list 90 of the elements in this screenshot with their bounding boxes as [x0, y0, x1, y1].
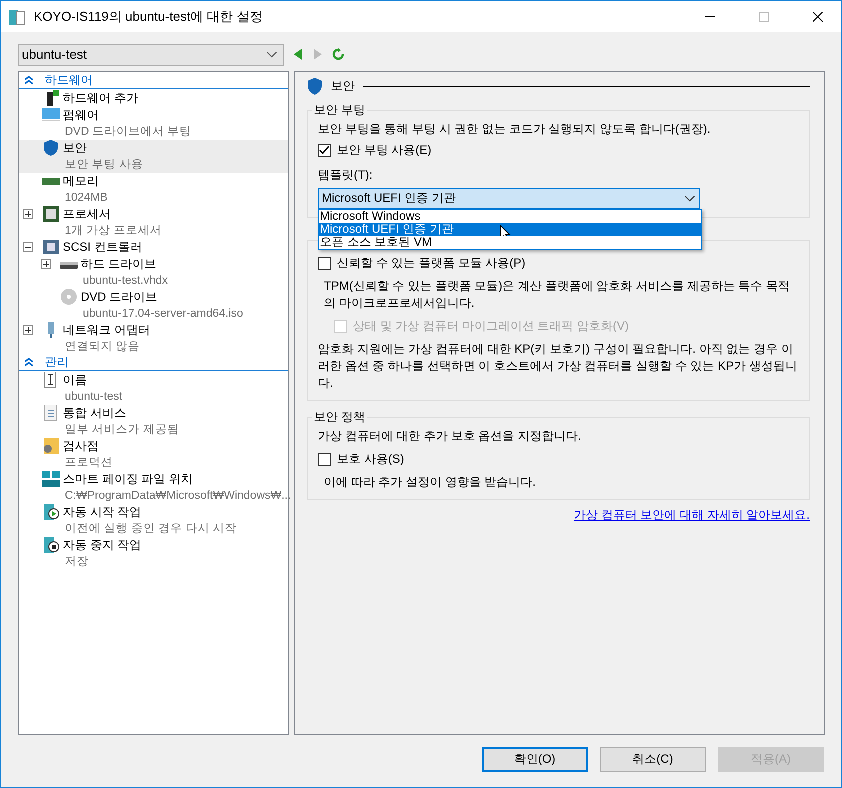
item-label: 하드 드라이브: [81, 256, 158, 273]
section-header[interactable]: 관리: [19, 355, 288, 371]
section-header[interactable]: 하드웨어: [19, 73, 288, 89]
tree-item[interactable]: 검사점 프로덕션: [19, 438, 288, 471]
tree-item[interactable]: 이름 ubuntu-test: [19, 372, 288, 405]
item-label: 프로세서: [63, 206, 112, 223]
item-detail: ubuntu-test: [64, 390, 123, 405]
vm-dropdown[interactable]: ubuntu-test: [18, 44, 284, 66]
tree-item[interactable]: 보안 보안 부팅 사용: [19, 140, 288, 173]
checkbox-label: 보안 부팅 사용(E): [337, 142, 432, 159]
item-label: 보안: [63, 140, 88, 157]
checkbox-label: 상태 및 가상 컴퓨터 마이그레이션 트래픽 암호화(V): [353, 318, 629, 335]
dropdown-option[interactable]: Microsoft UEFI 인증 기관: [319, 223, 701, 236]
tree-item[interactable]: 하드 드라이브 ubuntu-test.vhdx: [19, 256, 288, 289]
tree-item[interactable]: 자동 시작 작업 이전에 실행 중인 경우 다시 시작: [19, 504, 288, 537]
description-text: TPM(신뢰할 수 있는 플랫폼 모듈)은 계산 플랫폼에 암호화 서비스를 제공하는 특수 목적의 마이크로프로세서입니다.: [323, 278, 791, 312]
description-text: 이에 따라 추가 설정이 영향을 받습니다.: [323, 474, 538, 491]
group-title: 보안 정책: [312, 409, 368, 426]
dropdown-option[interactable]: Microsoft Windows: [319, 210, 701, 223]
server-play-icon: [42, 504, 60, 520]
item-label: 통합 서비스: [63, 405, 128, 422]
dialog-button[interactable]: 취소(C): [600, 747, 706, 772]
item-label: 검사점: [63, 438, 100, 455]
expand-icon[interactable]: [23, 325, 33, 335]
back-icon[interactable]: [294, 49, 303, 60]
item-detail: ubuntu-17.04-server-amd64.iso: [82, 307, 244, 322]
help-link[interactable]: 가상 컴퓨터 보안에 대해 자세히 알아보세요.: [574, 507, 810, 524]
window-title: KOYO-IS119의 ubuntu-test에 대한 설정: [34, 8, 264, 26]
item-label: 이름: [63, 372, 88, 389]
panel-title: 보안: [331, 78, 355, 94]
dialog-button[interactable]: 확인(O): [482, 747, 588, 772]
field-label: 템플릿(T):: [318, 167, 374, 184]
item-label: 자동 중지 작업: [63, 537, 142, 554]
processor-icon: [42, 206, 60, 222]
tree-item[interactable]: 메모리 1024MB: [19, 173, 288, 206]
item-detail: 연결되지 않음: [64, 340, 142, 355]
document-icon: [42, 405, 60, 421]
group-title: 보안 부팅: [312, 102, 368, 119]
description-text: 암호화 지원에는 가상 컴퓨터에 대한 KP(키 보호기) 구성이 필요합니다. 아직 없는 경우 이러한 옵션 중 하나를 선택하면 이 호스트에서 가상 컴퓨터를 실행할 수 있는 KP가 생성됩니다.: [318, 341, 798, 392]
item-detail: DVD 드라이브에서 부팅: [64, 125, 192, 140]
caret-icon: [267, 52, 277, 58]
shield-icon: [42, 140, 60, 156]
template-dropdown[interactable]: Microsoft UEFI 인증 기관: [318, 188, 700, 209]
item-label: 자동 시작 작업: [63, 504, 143, 521]
item-label: SCSI 컨트롤러: [63, 239, 142, 256]
item-detail: 보안 부팅 사용: [64, 158, 144, 173]
tree-item[interactable]: 펌웨어 DVD 드라이브에서 부팅: [19, 107, 288, 140]
item-detail: 일부 서비스가 제공됨: [64, 423, 180, 438]
dropdown-option[interactable]: 오픈 소스 보호된 VM: [319, 236, 701, 249]
app-icon: [9, 8, 26, 26]
collapse-icon: [25, 76, 33, 85]
monitor-icon: [42, 107, 60, 123]
expand-icon[interactable]: [41, 259, 51, 269]
caret-icon: [685, 196, 695, 202]
item-detail: 이전에 실행 중인 경우 다시 시작: [64, 522, 237, 537]
expand-icon[interactable]: [23, 209, 33, 219]
checkbox[interactable]: [318, 257, 331, 270]
item-label: 펌웨어: [63, 107, 100, 124]
item-label: DVD 드라이브: [81, 289, 159, 306]
tree-item[interactable]: 하드웨어 추가: [19, 90, 288, 107]
item-label: 메모리: [63, 173, 100, 190]
tree-item[interactable]: 네트워크 어댑터 연결되지 않음: [19, 322, 288, 355]
shield-icon: [307, 78, 323, 94]
item-detail: 프로덕션: [64, 456, 113, 471]
server-stop-icon: [42, 537, 60, 553]
collapse-icon[interactable]: [23, 242, 33, 252]
disc-icon: [60, 289, 78, 305]
maximize-icon: [759, 12, 769, 22]
item-label: 네트워크 어댑터: [63, 322, 150, 339]
close-icon: [813, 12, 823, 22]
checkbox[interactable]: [318, 144, 331, 157]
item-detail: ubuntu-test.vhdx: [82, 274, 168, 289]
checkbox-label: 신뢰할 수 있는 플랫폼 모듈 사용(P): [337, 255, 526, 272]
controller-icon: [42, 239, 60, 255]
tree-item[interactable]: 프로세서 1개 가상 프로세서: [19, 206, 288, 239]
item-detail: 1024MB: [64, 191, 108, 206]
item-detail: 저장: [64, 555, 90, 570]
checkbox[interactable]: [318, 453, 331, 466]
item-detail: 1개 가상 프로세서: [64, 224, 162, 239]
description-text: 보안 부팅을 통해 부팅 시 권한 없는 코드가 실행되지 않도록 합니다(권장).: [318, 121, 712, 138]
checkbox-label: 보호 사용(S): [337, 451, 404, 468]
collapse-icon: [25, 358, 33, 367]
item-label: 스마트 페이징 파일 위치: [63, 471, 194, 488]
tree-item[interactable]: 통합 서비스 일부 서비스가 제공됨: [19, 405, 288, 438]
refresh-icon[interactable]: [332, 48, 345, 61]
item-label: 하드웨어 추가: [63, 90, 138, 107]
description-text: 가상 컴퓨터에 대한 추가 보호 옵션을 지정합니다.: [318, 428, 582, 445]
tree-item[interactable]: 자동 중지 작업 저장: [19, 537, 288, 570]
tree-item[interactable]: DVD 드라이브 ubuntu-17.04-server-amd64.iso: [19, 289, 288, 322]
tree-item[interactable]: SCSI 컨트롤러: [19, 239, 288, 256]
